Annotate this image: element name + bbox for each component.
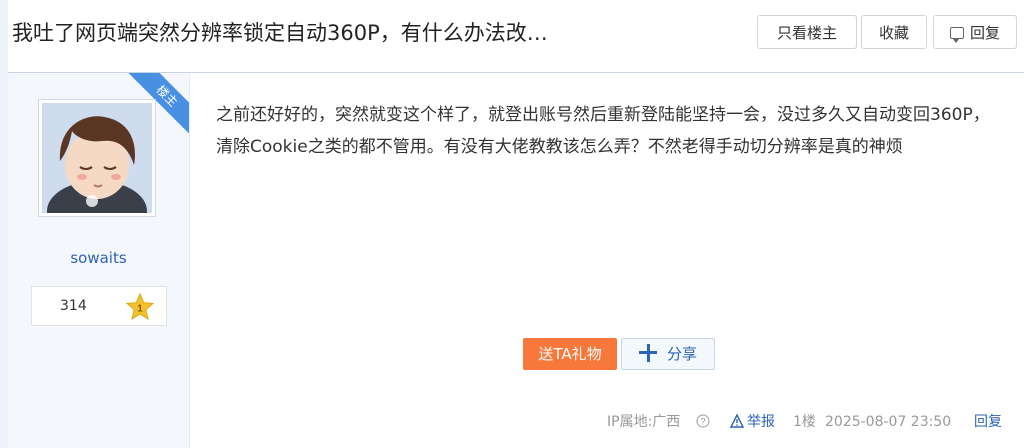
share-label: 分享 <box>666 345 697 363</box>
comment-icon <box>949 27 964 43</box>
avatar-frame[interactable] <box>38 99 156 217</box>
only-author-button[interactable]: 只看楼主 <box>757 15 857 49</box>
share-button[interactable]: 分享 <box>621 338 715 370</box>
thread-title: 我吐了网页端突然分辨率锁定自动360P，有什么办法改… <box>12 21 548 45</box>
plus-icon <box>638 344 657 362</box>
send-gift-button[interactable]: 送TA礼物 <box>523 338 617 370</box>
reply-button[interactable]: 回复 <box>933 15 1017 49</box>
report-label: 举报 <box>747 414 775 430</box>
level-rank: 1 <box>137 304 143 315</box>
author-username[interactable]: sowaits <box>8 249 189 267</box>
level-value: 314 <box>60 298 87 314</box>
reply-link[interactable]: 回复 <box>974 412 1002 432</box>
post-content: 之前还好好的，突然就变这个样了，就登出账号然后重新登陆能坚持一会，没过多久又自动… <box>216 105 990 157</box>
thread-header: 我吐了网页端突然分辨率锁定自动360P，有什么办法改… 只看楼主 收藏 回复 <box>8 0 1024 72</box>
help-icon[interactable]: ? <box>696 414 710 428</box>
svg-text:?: ? <box>700 417 705 427</box>
ip-location: IP属地:广西 <box>607 414 681 430</box>
report-link[interactable]: 举报 <box>730 412 775 432</box>
author-panel: 楼主 sowaits 314 1 <box>8 73 190 448</box>
reply-button-label: 回复 <box>969 24 1000 42</box>
floor-number: 1楼 <box>793 414 816 430</box>
favorite-button[interactable]: 收藏 <box>861 15 927 49</box>
left-edge-strip <box>0 0 8 448</box>
warning-icon <box>730 414 744 428</box>
star-icon: 1 <box>126 293 154 321</box>
post-timestamp: 2025-08-07 23:50 <box>825 414 952 430</box>
avatar[interactable] <box>42 103 152 213</box>
post-footer: IP属地:广西 ? 举报 1楼 2025-08-07 23:50 回复 <box>600 412 1020 432</box>
level-badge: 314 1 <box>31 286 167 326</box>
